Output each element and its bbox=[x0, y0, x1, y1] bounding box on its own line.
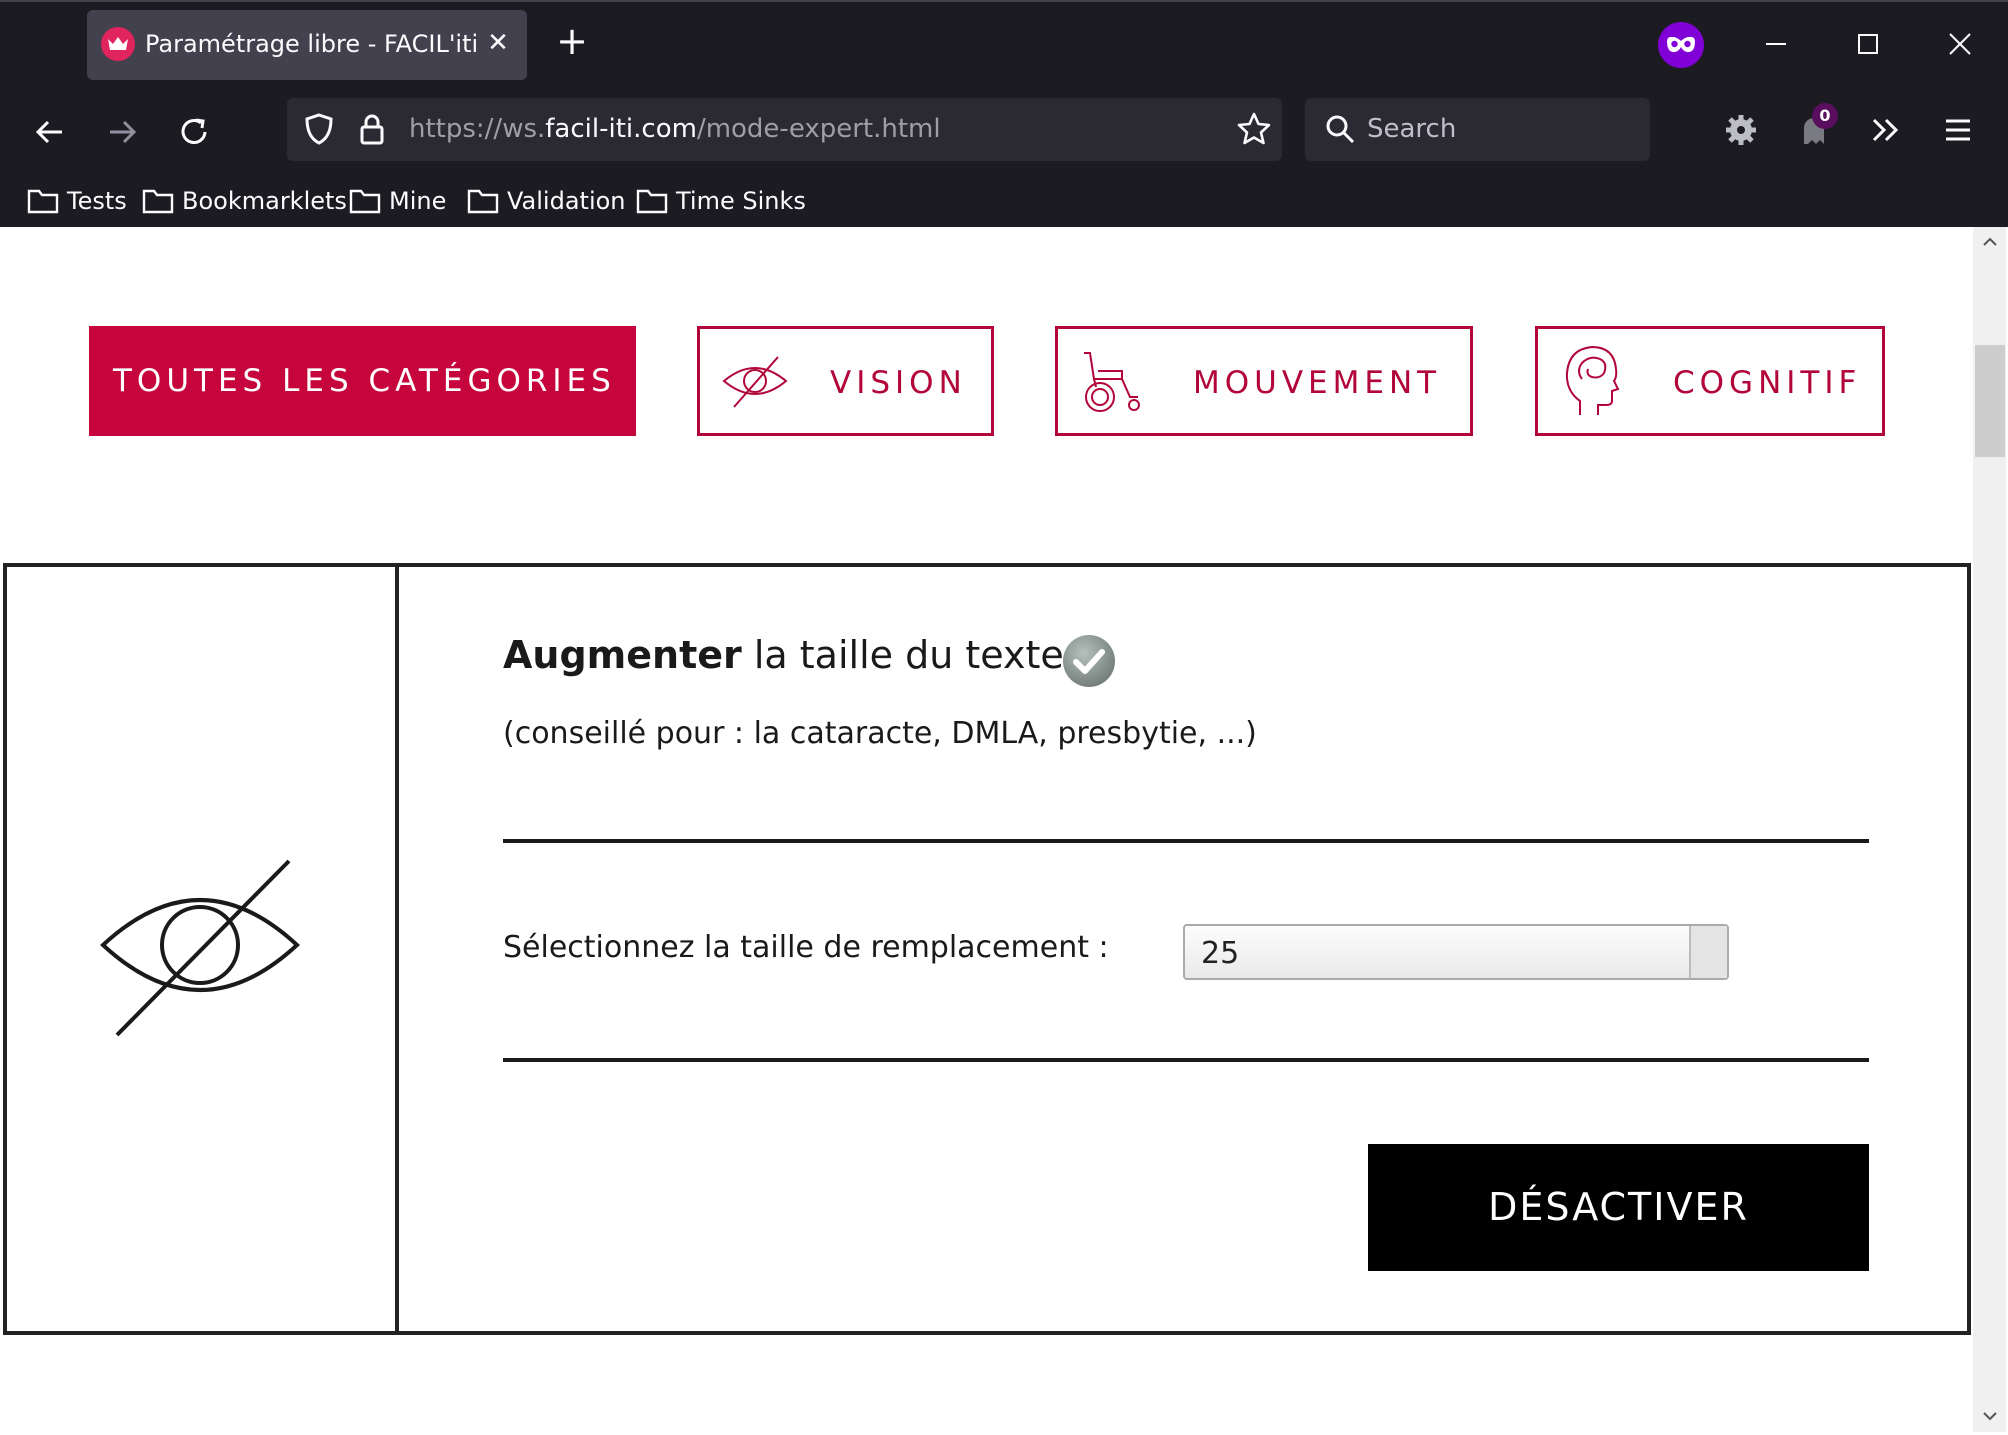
folder-icon bbox=[636, 189, 668, 214]
forward-icon[interactable] bbox=[98, 108, 146, 156]
scrollbar-thumb[interactable] bbox=[1975, 345, 2005, 457]
tracking-shield-icon[interactable] bbox=[301, 111, 337, 147]
scroll-up-icon[interactable] bbox=[1980, 232, 2000, 252]
close-window-icon[interactable] bbox=[1938, 22, 1982, 66]
maximize-icon[interactable] bbox=[1846, 22, 1890, 66]
window-border bbox=[0, 0, 2008, 2]
category-all-label: TOUTES LES CATÉGORIES bbox=[113, 363, 616, 399]
url-text[interactable]: https://ws.facil-iti.com/mode-expert.htm… bbox=[409, 114, 941, 144]
deactivate-button[interactable]: DÉSACTIVER bbox=[1368, 1144, 1869, 1271]
folder-icon bbox=[142, 189, 174, 214]
scroll-down-icon[interactable] bbox=[1980, 1406, 2000, 1426]
private-browsing-icon[interactable] bbox=[1658, 22, 1704, 68]
category-all-button[interactable]: TOUTES LES CATÉGORIES bbox=[89, 326, 636, 436]
eye-slash-icon bbox=[100, 859, 300, 1037]
lock-icon[interactable] bbox=[357, 111, 387, 147]
head-brain-icon bbox=[1565, 345, 1620, 415]
category-cognitive-button[interactable]: COGNITIF bbox=[1535, 326, 1885, 436]
bookmark-label: Mine bbox=[389, 187, 447, 215]
eye-slash-icon bbox=[722, 356, 788, 408]
category-movement-button[interactable]: MOUVEMENT bbox=[1055, 326, 1473, 436]
folder-icon bbox=[467, 189, 499, 214]
search-placeholder: Search bbox=[1367, 114, 1457, 144]
back-icon[interactable] bbox=[26, 108, 74, 156]
deactivate-label: DÉSACTIVER bbox=[1488, 1185, 1749, 1229]
category-movement-label: MOUVEMENT bbox=[1193, 365, 1442, 401]
category-vision-label: VISION bbox=[830, 365, 967, 401]
setting-title-rest: la taille du texte bbox=[741, 633, 1064, 677]
folder-icon bbox=[27, 189, 59, 214]
new-tab-button[interactable]: + bbox=[552, 22, 592, 62]
bookmarks-toolbar: Tests Bookmarklets Mine Validation Time … bbox=[0, 178, 2008, 226]
card-divider bbox=[395, 563, 399, 1335]
minimize-icon[interactable] bbox=[1754, 22, 1798, 66]
hamburger-menu-icon[interactable] bbox=[1938, 110, 1978, 150]
category-cognitive-label: COGNITIF bbox=[1673, 365, 1862, 401]
url-bar[interactable]: https://ws.facil-iti.com/mode-expert.htm… bbox=[287, 98, 1282, 161]
url-path: /mode-expert.html bbox=[696, 114, 941, 144]
search-icon bbox=[1326, 115, 1355, 144]
setting-subtitle: (conseillé pour : la cataracte, DMLA, pr… bbox=[503, 716, 1257, 751]
bookmark-label: Time Sinks bbox=[676, 187, 806, 215]
divider-line bbox=[503, 839, 1869, 843]
browser-tab[interactable]: Paramétrage libre - FACIL'iti ✕ bbox=[87, 10, 527, 80]
bookmark-label: Validation bbox=[507, 187, 626, 215]
bookmark-label: Tests bbox=[67, 187, 127, 215]
url-domain: facil-iti.com bbox=[545, 114, 697, 144]
folder-icon bbox=[349, 189, 381, 214]
bookmark-star-icon[interactable] bbox=[1235, 110, 1273, 148]
overflow-chevrons-icon[interactable] bbox=[1866, 110, 1906, 150]
divider-line bbox=[503, 1058, 1869, 1062]
select-arrow[interactable] bbox=[1689, 926, 1727, 978]
setting-title-bold: Augmenter bbox=[503, 633, 742, 677]
size-select-value: 25 bbox=[1201, 936, 1240, 971]
tab-title: Paramétrage libre - FACIL'iti bbox=[145, 30, 479, 58]
reload-icon[interactable] bbox=[170, 108, 218, 156]
setting-title: Augmenter la taille du texte bbox=[503, 633, 1064, 677]
search-bar[interactable]: Search bbox=[1305, 98, 1650, 161]
check-icon bbox=[1063, 635, 1115, 687]
tab-close-icon[interactable]: ✕ bbox=[483, 28, 513, 58]
url-prefix: https://ws. bbox=[409, 114, 546, 144]
size-select[interactable]: 25 bbox=[1183, 924, 1729, 980]
facil-iti-favicon bbox=[101, 27, 135, 61]
extension-gear-icon[interactable] bbox=[1723, 112, 1759, 148]
bookmark-label: Bookmarklets bbox=[182, 187, 347, 215]
wheelchair-icon bbox=[1084, 352, 1140, 412]
size-select-label: Sélectionnez la taille de remplacement : bbox=[503, 930, 1109, 965]
notification-badge: 0 bbox=[1812, 103, 1838, 129]
category-vision-button[interactable]: VISION bbox=[697, 326, 994, 436]
